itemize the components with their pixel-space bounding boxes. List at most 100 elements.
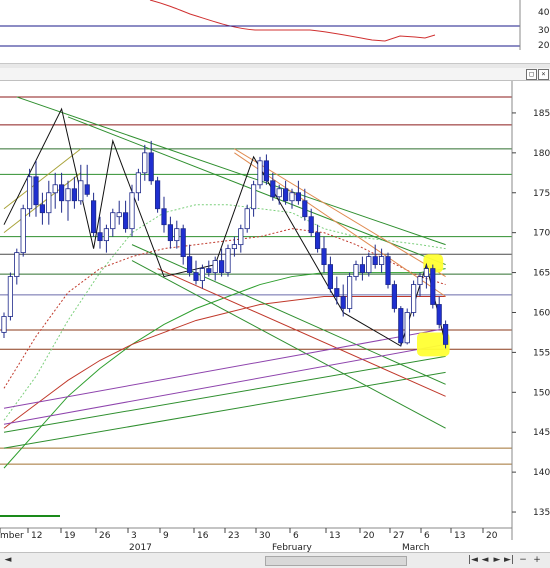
candle-body xyxy=(59,184,65,202)
candle-body xyxy=(20,208,26,254)
candle-body xyxy=(206,268,212,273)
candle-body xyxy=(212,260,218,273)
candle-body xyxy=(423,268,430,277)
candle-body xyxy=(52,184,58,194)
candle-body xyxy=(161,208,167,226)
candle-body xyxy=(417,276,423,285)
price-axis-label: 145 xyxy=(533,428,550,438)
candle-body xyxy=(26,176,33,210)
date-axis-label: 27 xyxy=(393,531,404,541)
date-axis-label: 30 xyxy=(259,531,271,541)
candle-body xyxy=(71,188,77,202)
month-axis-label: 2017 xyxy=(129,543,152,552)
price-axis-label: 165 xyxy=(533,269,550,279)
candle-body xyxy=(270,180,276,198)
date-axis-label: 13 xyxy=(329,531,340,541)
candle-body xyxy=(410,284,417,313)
candle-body xyxy=(250,184,257,210)
candle-body xyxy=(391,284,398,309)
candle-body xyxy=(238,228,244,246)
first-bar-icon[interactable]: |◄ xyxy=(468,554,478,566)
candle-body xyxy=(327,264,334,289)
candle-body xyxy=(231,244,237,250)
date-axis-label: 12 xyxy=(31,531,42,541)
candle-body xyxy=(359,264,366,273)
candle-body xyxy=(14,252,20,277)
candle-body xyxy=(378,256,385,265)
candle-body xyxy=(225,248,231,273)
candle-body xyxy=(91,200,97,234)
price-axis-label: 185 xyxy=(533,109,550,119)
candle-body xyxy=(385,256,391,285)
date-axis-label: 20 xyxy=(486,531,498,541)
candle-body xyxy=(314,232,321,250)
candle-body xyxy=(97,232,103,242)
candle-body xyxy=(353,264,359,277)
date-axis-label: 6 xyxy=(293,531,299,541)
price-axis-label: 175 xyxy=(533,189,550,199)
month-axis-label: March xyxy=(402,543,429,552)
date-axis-label: 23 xyxy=(228,531,239,541)
date-axis-label: 20 xyxy=(363,531,375,541)
candle-body xyxy=(142,152,148,174)
candle-body xyxy=(84,184,90,195)
candle-body xyxy=(398,308,404,344)
candle-body xyxy=(199,268,205,281)
candle-body xyxy=(442,324,449,345)
candle-body xyxy=(46,192,52,214)
zoom-in-icon[interactable]: + xyxy=(532,554,542,566)
chart-scrollbar[interactable]: ◄ |◄ ◄ ► ►| − + xyxy=(0,552,550,568)
candle-body xyxy=(340,296,346,309)
candle-body xyxy=(404,312,410,344)
scroll-left-button[interactable]: ◄ xyxy=(3,554,13,566)
candle-body xyxy=(289,192,295,202)
candle-body xyxy=(276,188,282,198)
price-chart: 185 180 175 170 165 160 155 150 145 140 135 mber 12… xyxy=(0,81,550,552)
last-bar-icon[interactable]: ►| xyxy=(504,554,514,566)
scrollbar-thumb[interactable] xyxy=(265,556,407,566)
candle-body xyxy=(282,188,289,202)
price-axis-label: 140 xyxy=(533,468,550,478)
candle-body xyxy=(321,248,327,265)
candle-body xyxy=(302,200,308,218)
candle-body xyxy=(263,160,270,182)
candle-body xyxy=(129,192,135,230)
candle-body xyxy=(244,208,250,230)
candle-body xyxy=(180,228,186,258)
next-bar-icon[interactable]: ► xyxy=(492,554,502,566)
candle-body xyxy=(123,212,129,230)
date-axis-label: 19 xyxy=(64,531,76,541)
candle-body xyxy=(154,180,161,210)
prev-bar-icon[interactable]: ◄ xyxy=(480,554,490,566)
zoom-out-icon[interactable]: − xyxy=(518,554,528,566)
candle-body xyxy=(257,160,263,186)
candle-body xyxy=(39,204,46,214)
candle-body xyxy=(167,224,173,242)
candle-body xyxy=(430,268,436,305)
date-axis-label: 16 xyxy=(197,531,209,541)
price-axis-label: 150 xyxy=(533,388,550,398)
price-axis-label: 170 xyxy=(533,229,550,239)
candle-body xyxy=(148,152,154,182)
price-axis-label: 160 xyxy=(533,308,550,318)
candle-body xyxy=(372,256,378,265)
candle-body xyxy=(135,172,141,194)
candle-body xyxy=(193,272,199,281)
candle-body xyxy=(110,212,116,230)
candle-body xyxy=(346,276,353,309)
date-axis-label: 26 xyxy=(99,531,111,541)
date-axis-label: 13 xyxy=(454,531,465,541)
price-axis-label: 155 xyxy=(533,348,550,358)
candle-body xyxy=(334,288,340,297)
candle-body xyxy=(1,316,7,333)
candle-body xyxy=(295,192,302,202)
candle-body xyxy=(78,180,84,202)
price-axis-label: 135 xyxy=(533,508,550,518)
date-axis-label: 9 xyxy=(163,531,169,541)
candle-body xyxy=(103,228,109,242)
candle-body xyxy=(116,212,122,218)
date-axis-label: 6 xyxy=(424,531,430,541)
candle-body xyxy=(174,228,180,242)
candle-body xyxy=(218,260,225,273)
candle-body xyxy=(308,216,314,234)
